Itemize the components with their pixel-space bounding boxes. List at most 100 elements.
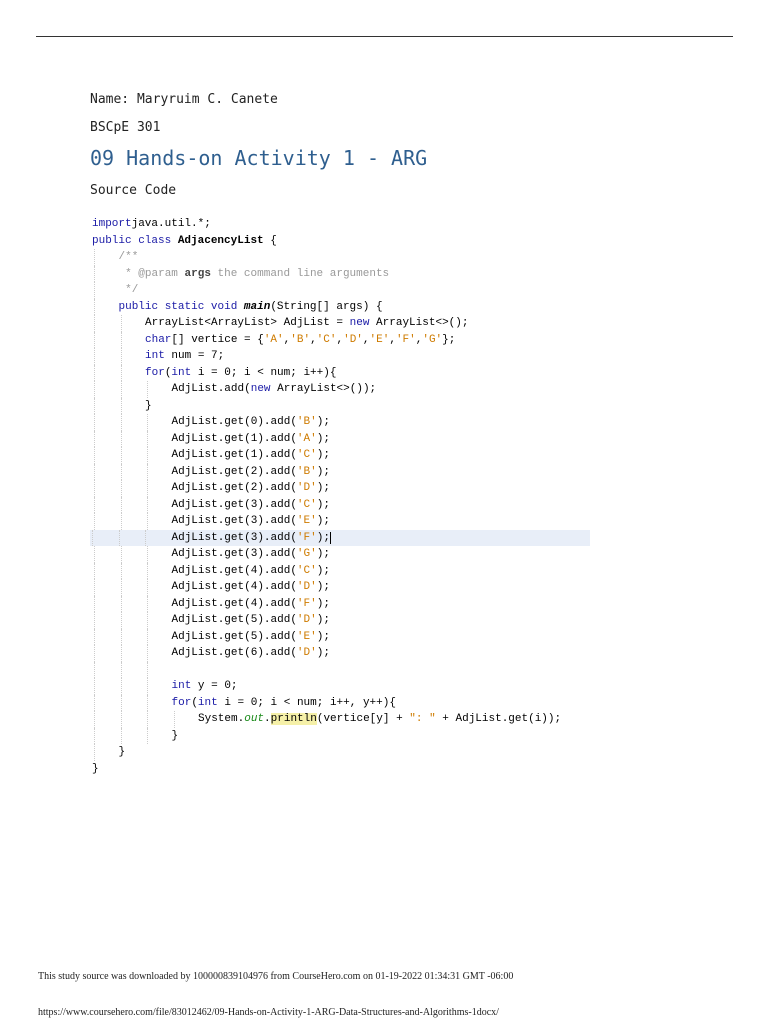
code-line[interactable]: ArrayList<ArrayList> AdjList = new Array… xyxy=(92,315,592,332)
code-line[interactable]: AdjList.get(5).add('E'); xyxy=(92,628,592,645)
indent-guide xyxy=(147,645,148,662)
code-token: num = 7; xyxy=(164,350,225,362)
source-url[interactable]: https://www.coursehero.com/file/83012462… xyxy=(38,1007,499,1018)
code-token: AdjList.get(3).add( xyxy=(171,498,297,511)
indent-guide xyxy=(120,496,122,513)
code-token: 'C' xyxy=(296,498,317,511)
code-line[interactable]: for(int i = 0; i < num; i++, y++){ xyxy=(92,694,592,711)
code-line[interactable]: int num = 7; xyxy=(92,348,592,365)
indent-guide xyxy=(147,579,148,596)
code-token: AdjList.get(0).add( xyxy=(171,416,297,428)
text-cursor xyxy=(329,531,331,544)
indent-guide xyxy=(120,315,122,332)
indent-guide xyxy=(94,249,95,266)
code-token: ); xyxy=(316,515,330,527)
code-line[interactable]: } xyxy=(92,397,592,414)
student-name: Name: Maryruim C. Canete xyxy=(90,92,278,107)
code-text: AdjList.get(5).add('D'); xyxy=(172,614,330,626)
indent-guide xyxy=(120,628,122,645)
indent-guide xyxy=(120,562,122,579)
code-line[interactable]: } xyxy=(92,761,592,778)
code-text: AdjList.get(3).add('F'); xyxy=(172,531,331,544)
code-line[interactable]: AdjList.get(1).add('A'); xyxy=(92,430,592,447)
code-line[interactable]: public class AdjacencyList { xyxy=(92,233,592,250)
code-line[interactable] xyxy=(92,661,592,678)
code-text: } xyxy=(172,730,179,742)
code-line[interactable]: } xyxy=(92,727,592,744)
code-token: 'D' xyxy=(296,647,317,659)
code-line[interactable]: AdjList.get(0).add('B'); xyxy=(92,414,592,431)
code-token: AdjList.get(3).add( xyxy=(171,548,297,560)
indent-guide xyxy=(147,430,148,447)
code-token: AdjList.add( xyxy=(171,383,251,395)
indent-guide xyxy=(94,463,95,480)
code-token: ); xyxy=(316,432,330,445)
indent-guide xyxy=(120,364,122,381)
code-text: } xyxy=(119,746,126,758)
code-text: AdjList.get(4).add('F'); xyxy=(172,598,330,610)
header-rule xyxy=(36,36,733,37)
code-token: AdjList.get(4).add( xyxy=(171,581,297,593)
code-token: ); xyxy=(316,564,330,577)
indent-guide xyxy=(94,628,95,645)
code-line[interactable]: AdjList.get(4).add('F'); xyxy=(92,595,592,612)
code-line[interactable]: char[] vertice = {'A','B','C','D','E','F… xyxy=(92,331,592,348)
code-line[interactable]: AdjList.get(5).add('D'); xyxy=(92,612,592,629)
indent-guide xyxy=(147,546,148,563)
download-note: This study source was downloaded by 1000… xyxy=(38,971,514,982)
indent-guide xyxy=(145,529,146,546)
code-token: ); xyxy=(316,482,330,494)
code-text: char[] vertice = {'A','B','C','D','E','F… xyxy=(145,334,455,346)
code-text: * @param args the command line arguments xyxy=(119,267,389,280)
code-line[interactable]: AdjList.get(6).add('D'); xyxy=(92,645,592,662)
indent-guide xyxy=(147,480,148,497)
code-line[interactable]: * @param args the command line arguments xyxy=(92,265,592,282)
code-line[interactable]: AdjList.get(3).add('C'); xyxy=(92,496,592,513)
code-line[interactable]: System.out.println(vertice[y] + ": " + A… xyxy=(92,711,592,728)
code-line[interactable]: AdjList.get(2).add('B'); xyxy=(92,463,592,480)
code-line[interactable]: /** xyxy=(92,249,592,266)
code-line[interactable]: for(int i = 0; i < num; i++){ xyxy=(92,364,592,381)
code-text: public static void main(String[] args) { xyxy=(119,301,383,313)
code-text: AdjList.get(4).add('C'); xyxy=(172,565,330,577)
indent-guide xyxy=(94,727,95,744)
code-token: [] vertice = { xyxy=(171,333,264,346)
code-token: 'C' xyxy=(316,333,337,346)
indent-guide xyxy=(147,628,148,645)
indent-guide xyxy=(120,546,122,563)
code-line[interactable]: AdjList.get(4).add('D'); xyxy=(92,579,592,596)
code-token: 'B' xyxy=(296,416,317,428)
code-text: } xyxy=(92,763,99,775)
code-text: AdjList.get(3).add('C'); xyxy=(172,499,330,511)
code-line[interactable]: importjava.util.*; xyxy=(92,216,592,233)
code-text: int num = 7; xyxy=(145,350,224,362)
indent-guide xyxy=(94,298,95,315)
indent-guide xyxy=(94,645,95,662)
code-line[interactable]: } xyxy=(92,744,592,761)
code-token: new xyxy=(250,383,271,395)
code-line[interactable]: */ xyxy=(92,282,592,299)
indent-guide xyxy=(94,414,95,431)
code-line[interactable]: AdjList.get(2).add('D'); xyxy=(92,480,592,497)
code-token: 'A' xyxy=(296,432,317,445)
code-token: ); xyxy=(316,614,330,626)
code-token: { xyxy=(263,234,277,247)
code-token: args xyxy=(184,267,211,280)
indent-guide xyxy=(94,579,95,596)
code-line-current[interactable]: AdjList.get(3).add('F'); xyxy=(90,529,590,546)
code-line[interactable]: int y = 0; xyxy=(92,678,592,695)
code-token: System. xyxy=(198,713,245,725)
code-token: 'F' xyxy=(296,597,317,610)
code-line[interactable]: AdjList.get(3).add('E'); xyxy=(92,513,592,530)
code-line[interactable]: AdjList.get(4).add('C'); xyxy=(92,562,592,579)
section-label: BSCpE 301 xyxy=(90,120,161,135)
indent-guide xyxy=(120,348,122,365)
code-line[interactable]: AdjList.add(new ArrayList<>()); xyxy=(92,381,592,398)
code-token: 'D' xyxy=(296,581,317,593)
indent-guide xyxy=(147,694,148,711)
code-token: int xyxy=(145,350,165,362)
code-text: AdjList.get(5).add('E'); xyxy=(172,631,330,643)
code-line[interactable]: AdjList.get(1).add('C'); xyxy=(92,447,592,464)
code-line[interactable]: AdjList.get(3).add('G'); xyxy=(92,546,592,563)
code-line[interactable]: public static void main(String[] args) { xyxy=(92,298,592,315)
